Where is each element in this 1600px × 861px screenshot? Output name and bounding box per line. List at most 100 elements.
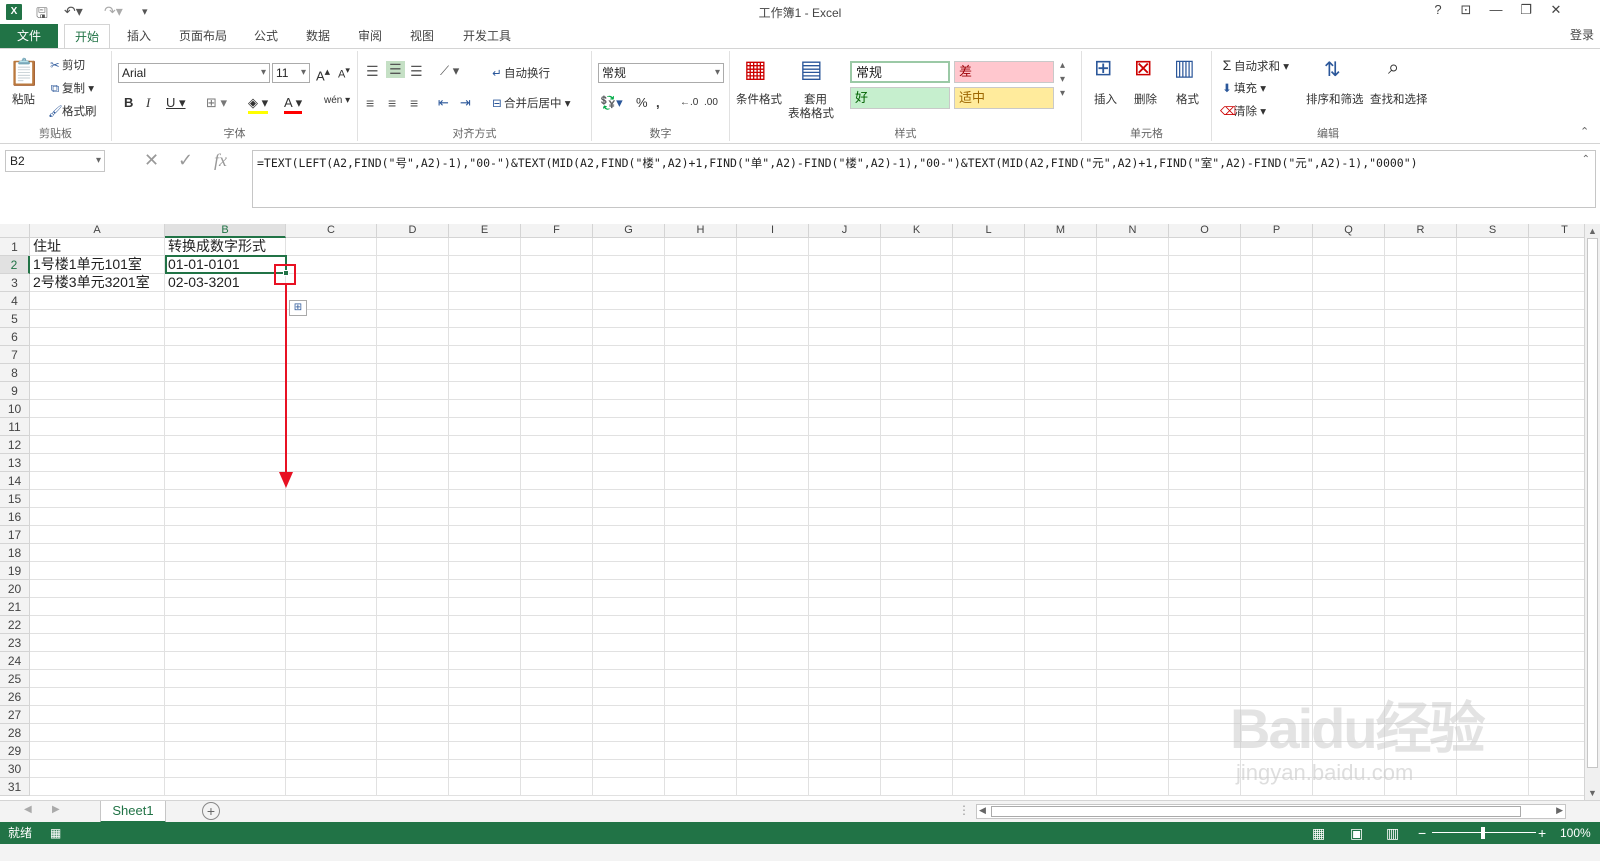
cell-g26[interactable]	[593, 688, 665, 706]
format-as-table-icon[interactable]: ▤	[800, 55, 823, 84]
cell-i6[interactable]	[737, 328, 809, 346]
cell-r24[interactable]	[1385, 652, 1457, 670]
cell-b6[interactable]	[165, 328, 286, 346]
cell-p18[interactable]	[1241, 544, 1313, 562]
help-button[interactable]: ?	[1426, 2, 1450, 17]
cell-l22[interactable]	[953, 616, 1025, 634]
name-box[interactable]: B2	[5, 150, 105, 172]
cell-o16[interactable]	[1169, 508, 1241, 526]
tab-data[interactable]: 数据	[298, 24, 338, 48]
cell-p13[interactable]	[1241, 454, 1313, 472]
cell-p16[interactable]	[1241, 508, 1313, 526]
cell-b20[interactable]	[165, 580, 286, 598]
enter-icon[interactable]: ✓	[178, 150, 193, 171]
cell-s19[interactable]	[1457, 562, 1529, 580]
row-header-29[interactable]: 29	[0, 742, 30, 760]
cell-s10[interactable]	[1457, 400, 1529, 418]
cell-o3[interactable]	[1169, 274, 1241, 292]
cell-e16[interactable]	[449, 508, 521, 526]
cell-s5[interactable]	[1457, 310, 1529, 328]
horizontal-scrollbar[interactable]: ◀ ▶	[976, 804, 1566, 819]
cell-g30[interactable]	[593, 760, 665, 778]
cell-j16[interactable]	[809, 508, 881, 526]
cancel-icon[interactable]: ✕	[144, 150, 159, 171]
cell-j6[interactable]	[809, 328, 881, 346]
cell-q11[interactable]	[1313, 418, 1385, 436]
cell-d20[interactable]	[377, 580, 449, 598]
cell-k9[interactable]	[881, 382, 953, 400]
cell-n28[interactable]	[1097, 724, 1169, 742]
cell-k11[interactable]	[881, 418, 953, 436]
cell-b29[interactable]	[165, 742, 286, 760]
cell-g14[interactable]	[593, 472, 665, 490]
cell-d18[interactable]	[377, 544, 449, 562]
tab-split-icon[interactable]: ⋮	[958, 803, 970, 817]
cell-e30[interactable]	[449, 760, 521, 778]
cell-i30[interactable]	[737, 760, 809, 778]
cell-l17[interactable]	[953, 526, 1025, 544]
cell-s17[interactable]	[1457, 526, 1529, 544]
cell-h18[interactable]	[665, 544, 737, 562]
tab-developer[interactable]: 开发工具	[456, 24, 518, 48]
row-header-30[interactable]: 30	[0, 760, 30, 778]
row-header-2[interactable]: 2	[0, 256, 30, 274]
cell-s4[interactable]	[1457, 292, 1529, 310]
cell-f7[interactable]	[521, 346, 593, 364]
cell-o2[interactable]	[1169, 256, 1241, 274]
row-header-11[interactable]: 11	[0, 418, 30, 436]
cell-t6[interactable]	[1529, 328, 1584, 346]
border-icon[interactable]: ⊞ ▾	[206, 95, 227, 111]
styles-scroll-icon[interactable]: ▴ ▾ ▾	[1060, 59, 1065, 101]
cell-h23[interactable]	[665, 634, 737, 652]
align-center-icon[interactable]: ≡	[388, 95, 396, 111]
cell-i23[interactable]	[737, 634, 809, 652]
cell-t7[interactable]	[1529, 346, 1584, 364]
zoom-slider-thumb[interactable]	[1481, 827, 1485, 839]
cell-c14[interactable]	[286, 472, 377, 490]
cell-g6[interactable]	[593, 328, 665, 346]
cell-s23[interactable]	[1457, 634, 1529, 652]
cell-d1[interactable]	[377, 238, 449, 256]
login-link[interactable]: 登录	[1570, 26, 1594, 43]
column-header-s[interactable]: S	[1457, 224, 1529, 238]
cell-g23[interactable]	[593, 634, 665, 652]
cell-g7[interactable]	[593, 346, 665, 364]
cell-d2[interactable]	[377, 256, 449, 274]
zoom-in-icon[interactable]: +	[1538, 822, 1546, 844]
cell-d10[interactable]	[377, 400, 449, 418]
cell-k29[interactable]	[881, 742, 953, 760]
cell-k10[interactable]	[881, 400, 953, 418]
cell-a18[interactable]	[30, 544, 165, 562]
cell-q9[interactable]	[1313, 382, 1385, 400]
cell-m22[interactable]	[1025, 616, 1097, 634]
cell-o8[interactable]	[1169, 364, 1241, 382]
cell-i11[interactable]	[737, 418, 809, 436]
cell-k3[interactable]	[881, 274, 953, 292]
cell-f19[interactable]	[521, 562, 593, 580]
cell-j24[interactable]	[809, 652, 881, 670]
cell-h14[interactable]	[665, 472, 737, 490]
cell-r8[interactable]	[1385, 364, 1457, 382]
cell-d8[interactable]	[377, 364, 449, 382]
cell-a19[interactable]	[30, 562, 165, 580]
row-header-14[interactable]: 14	[0, 472, 30, 490]
row-header-26[interactable]: 26	[0, 688, 30, 706]
cell-b8[interactable]	[165, 364, 286, 382]
cell-r7[interactable]	[1385, 346, 1457, 364]
cell-m28[interactable]	[1025, 724, 1097, 742]
format-cells-button[interactable]: 格式	[1176, 91, 1199, 107]
cell-k16[interactable]	[881, 508, 953, 526]
cell-m5[interactable]	[1025, 310, 1097, 328]
number-format-select[interactable]: 常规	[598, 63, 724, 83]
cell-h2[interactable]	[665, 256, 737, 274]
cell-s6[interactable]	[1457, 328, 1529, 346]
cell-p3[interactable]	[1241, 274, 1313, 292]
cell-m2[interactable]	[1025, 256, 1097, 274]
redo-icon[interactable]: ↷▾	[104, 3, 123, 20]
cell-j19[interactable]	[809, 562, 881, 580]
cell-l11[interactable]	[953, 418, 1025, 436]
cell-a1[interactable]: 住址	[30, 238, 165, 256]
tab-page-layout[interactable]: 页面布局	[172, 24, 234, 48]
cell-b11[interactable]	[165, 418, 286, 436]
cell-c6[interactable]	[286, 328, 377, 346]
